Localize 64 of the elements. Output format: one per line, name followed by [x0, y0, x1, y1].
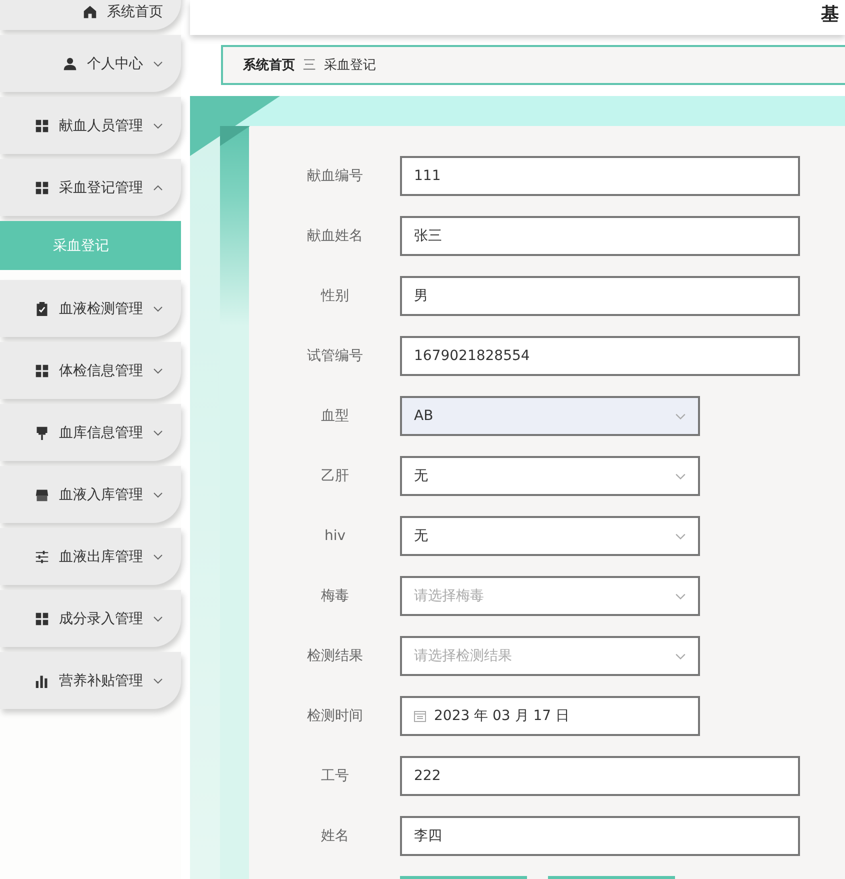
chevron-icon: [153, 306, 163, 312]
select-field[interactable]: 无: [400, 456, 700, 496]
chevron-icon: [675, 472, 686, 480]
menu-item[interactable]: 血液检测管理: [0, 280, 181, 337]
chevron-icon: [153, 60, 163, 66]
menu-item[interactable]: 个人中心: [0, 35, 181, 92]
chevron-icon: [675, 592, 686, 600]
chevron-icon: [675, 532, 686, 540]
grid-icon: [35, 118, 49, 132]
field-label: hiv: [323, 528, 347, 544]
chevron-icon: [153, 430, 163, 436]
store-icon: [35, 488, 49, 502]
menu-item[interactable]: 成分录入管理: [0, 590, 181, 647]
menu-item[interactable]: 血液出库管理: [0, 528, 181, 585]
chevron-icon: [675, 412, 686, 420]
grid-icon: [35, 364, 49, 378]
menu-item[interactable]: 营养补贴管理: [0, 652, 181, 709]
field-label: 检测时间: [306, 707, 364, 725]
field-label: 试管编号: [306, 347, 364, 365]
chevron-icon: [153, 492, 163, 498]
menu-item[interactable]: 系统首页: [0, 0, 181, 30]
input-field[interactable]: 李四: [400, 816, 800, 856]
field-label: 献血姓名: [306, 227, 364, 245]
chevron-icon: [153, 368, 163, 374]
field-label: 乙肝: [320, 467, 350, 485]
input-field[interactable]: 张三: [400, 216, 800, 256]
select-field[interactable]: AB: [400, 396, 700, 436]
field-label: 性别: [320, 287, 350, 305]
breadcrumb-link[interactable]: 采血登记: [324, 56, 376, 74]
grid-icon: [35, 612, 49, 626]
menu-item[interactable]: 血液入库管理: [0, 466, 181, 523]
grid-icon: [35, 180, 49, 194]
chevron-icon: [153, 122, 163, 128]
chevron-icon: [675, 652, 686, 660]
bar-chart-icon: [35, 674, 49, 688]
field-label: 梅毒: [320, 587, 350, 605]
menu-item[interactable]: 血库信息管理: [0, 404, 181, 461]
input-field[interactable]: 222: [400, 756, 800, 796]
breadcrumb-link[interactable]: 系统首页: [243, 56, 295, 74]
field-label: 姓名: [320, 827, 350, 845]
home-icon: [83, 4, 97, 18]
field-label: 工号: [320, 767, 350, 785]
clipboard-icon: [35, 302, 49, 316]
sliders-icon: [35, 550, 49, 564]
pushpin-icon: [35, 426, 49, 440]
menu-item[interactable]: 采血登记管理: [0, 159, 181, 216]
field-label: 血型: [320, 407, 350, 425]
menu-item[interactable]: 献血人员管理: [0, 97, 181, 154]
chevron-icon: [153, 616, 163, 622]
chevron-icon: [153, 678, 163, 684]
input-field[interactable]: 男: [400, 276, 800, 316]
select-field[interactable]: 无: [400, 516, 700, 556]
date-field[interactable]: 2023 年 03 月 17 日: [400, 696, 700, 736]
input-field[interactable]: 1679021828554: [400, 336, 800, 376]
menu-item[interactable]: 体检信息管理: [0, 342, 181, 399]
calendar-icon: [414, 710, 426, 722]
field-label: 献血编号: [306, 167, 364, 185]
input-field[interactable]: 111: [400, 156, 800, 196]
breadcrumb-separator: 三: [303, 57, 316, 74]
chevron-icon: [153, 554, 163, 560]
user-icon: [63, 56, 77, 70]
field-label: 检测结果: [306, 647, 364, 665]
system-title: 基: [821, 3, 839, 26]
chevron-icon: [153, 184, 163, 190]
